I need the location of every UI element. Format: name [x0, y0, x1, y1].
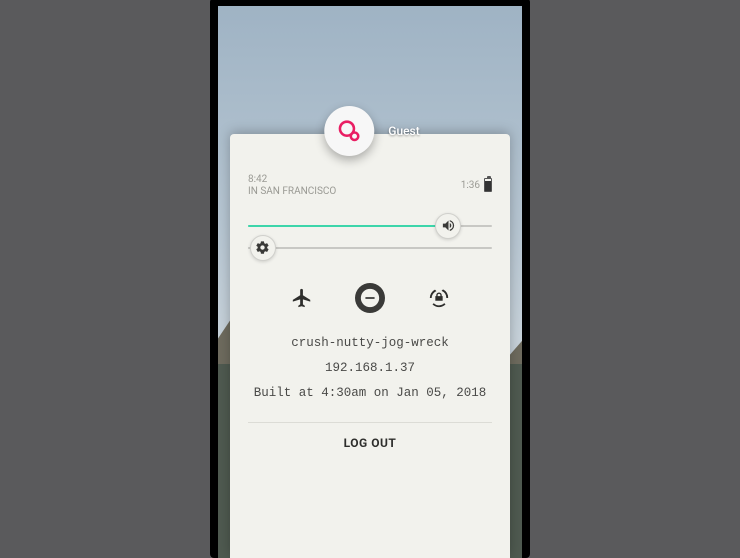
build-string: Built at 4:30am on Jan 05, 2018: [248, 381, 492, 406]
volume-knob[interactable]: [435, 213, 461, 239]
avatar[interactable]: [324, 106, 374, 156]
brightness-slider[interactable]: [248, 247, 492, 249]
status-secondary-time: 1:36: [461, 180, 480, 191]
do-not-disturb-toggle[interactable]: [355, 283, 385, 313]
quick-settings-panel: 8:42 IN SAN FRANCISCO 1:36: [230, 134, 510, 558]
phone-screen: Guest 8:42 IN SAN FRANCISCO 1:36: [218, 6, 522, 558]
rotation-lock-icon: [428, 287, 450, 309]
logout-button[interactable]: LOG OUT: [248, 422, 492, 463]
brightness-track[interactable]: [248, 247, 492, 249]
airplane-icon: [291, 287, 313, 309]
system-info: crush-nutty-jog-wreck 192.168.1.37 Built…: [248, 331, 492, 422]
status-row: 8:42 IN SAN FRANCISCO 1:36: [248, 174, 492, 197]
volume-fill: [248, 225, 448, 227]
airplane-toggle[interactable]: [287, 283, 317, 313]
user-label: Guest: [388, 124, 419, 138]
brightness-knob[interactable]: [250, 235, 276, 261]
volume-icon: [441, 218, 456, 233]
ip-address: 192.168.1.37: [248, 356, 492, 381]
user-chip[interactable]: Guest: [324, 106, 415, 156]
battery-icon: [484, 178, 492, 192]
fuchsia-logo-icon: [335, 117, 363, 145]
status-time: 8:42: [248, 174, 336, 185]
hostname: crush-nutty-jog-wreck: [248, 331, 492, 356]
volume-track[interactable]: [248, 225, 492, 227]
gear-icon: [255, 240, 270, 255]
status-location: IN SAN FRANCISCO: [248, 186, 336, 197]
minus-circle-icon: [359, 287, 381, 309]
volume-slider[interactable]: [248, 225, 492, 227]
toggle-row: [248, 269, 492, 331]
phone-frame: Guest 8:42 IN SAN FRANCISCO 1:36: [210, 0, 530, 558]
rotation-lock-toggle[interactable]: [424, 283, 454, 313]
